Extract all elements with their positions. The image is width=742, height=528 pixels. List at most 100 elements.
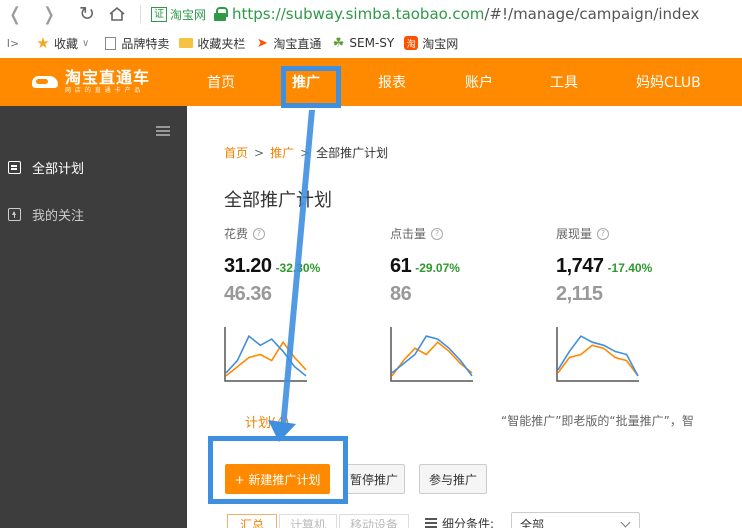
sparkline-series-current xyxy=(391,335,473,377)
help-icon[interactable]: ? xyxy=(253,227,266,240)
document-icon xyxy=(103,36,117,50)
sem-icon: ☘ xyxy=(332,35,345,51)
highlight-box-new-plan xyxy=(208,436,348,504)
nav-account[interactable]: 账户 xyxy=(465,58,493,106)
url-field[interactable]: https://subway.simba.taobao.com/#!/manag… xyxy=(232,5,699,23)
site-name: 淘宝网 xyxy=(170,7,207,22)
filter-list-icon xyxy=(425,518,437,528)
metric-label: 展现量 xyxy=(556,227,593,241)
sidebar-item-label: 我的关注 xyxy=(32,209,85,224)
url-host: subway.simba.taobao.com xyxy=(285,5,485,23)
breadcrumb-home[interactable]: 首页 xyxy=(224,146,248,160)
divider xyxy=(140,5,141,23)
metric-value: 61 xyxy=(390,255,412,277)
nav-tools[interactable]: 工具 xyxy=(550,58,578,106)
help-icon[interactable]: ? xyxy=(597,227,610,240)
sparkline-cost xyxy=(224,327,307,382)
join-button[interactable]: 参与推广 xyxy=(419,464,487,494)
metric-value: 31.20 xyxy=(224,255,272,277)
nav-home[interactable]: 首页 xyxy=(207,58,235,106)
logo-subtitle: 网 店 的 直 通 卡 产 品 xyxy=(65,87,142,94)
sidebar-item-label: 全部计划 xyxy=(32,162,85,177)
url-path: /#!/manage/campaign/index xyxy=(484,5,700,23)
highlight-box-promote xyxy=(281,66,341,108)
pause-button[interactable]: 暂停推广 xyxy=(343,464,405,494)
filter-select[interactable]: 全部 xyxy=(511,512,640,528)
metric-change: -32.30% xyxy=(275,261,321,275)
bookmark-sem[interactable]: ☘ SEM-SY xyxy=(331,35,395,51)
follow-icon xyxy=(8,208,21,221)
bookmark-label: 品牌特卖 xyxy=(121,36,170,51)
sidebar-toggle-icon[interactable]: I> xyxy=(2,37,24,50)
chevron-down-icon xyxy=(620,517,631,528)
bookmark-label: 收藏夹栏 xyxy=(197,36,246,51)
metric-change: -17.40% xyxy=(607,261,653,275)
taobao-zhitong-icon: ➤ xyxy=(256,35,268,51)
metric-previous: 2,115 xyxy=(556,283,603,305)
site-cert[interactable]: 证 淘宝网 xyxy=(151,6,206,23)
top-navbar: 淘宝直通车 网 店 的 直 通 卡 产 品 首页 推广 报表 账户 工具 妈妈C… xyxy=(0,58,742,106)
taobao-icon: 淘 xyxy=(404,36,419,50)
metric-label: 花费 xyxy=(224,227,249,241)
metric-clicks: 点击量? 61 -29.07% 86 xyxy=(390,225,460,305)
sidebar: 全部计划 我的关注 xyxy=(0,106,187,528)
logo[interactable]: 淘宝直通车 网 店 的 直 通 卡 产 品 xyxy=(30,69,150,95)
home-icon[interactable] xyxy=(104,0,130,28)
sidebar-item-my-follow[interactable]: 我的关注 xyxy=(8,205,84,224)
metric-impressions: 展现量? 1,747 -17.40% 2,115 xyxy=(556,225,652,305)
segment-computer[interactable]: 计算机 xyxy=(279,514,337,528)
tab-plans[interactable]: 计划(4) xyxy=(245,412,289,431)
lock-icon xyxy=(214,7,229,21)
metric-change: -29.07% xyxy=(415,261,460,275)
help-icon[interactable]: ? xyxy=(431,227,444,240)
cert-icon: 证 xyxy=(151,6,167,22)
metric-previous: 46.36 xyxy=(224,283,272,305)
sparkline-axis xyxy=(390,327,473,382)
segment-summary[interactable]: 汇总 xyxy=(227,514,277,528)
collapse-menu-icon[interactable] xyxy=(156,126,170,136)
reload-icon[interactable]: ↻ xyxy=(74,0,100,28)
breadcrumb-sep: > xyxy=(254,146,265,160)
breadcrumb-promote[interactable]: 推广 xyxy=(270,146,294,160)
address-bar: ❬ ❭ ↻ 证 淘宝网 https://subway.simba.taobao.… xyxy=(0,0,742,28)
metric-label: 点击量 xyxy=(390,227,427,241)
sidebar-item-all-plans[interactable]: 全部计划 xyxy=(8,158,84,177)
sparkline-impressions xyxy=(556,327,639,382)
bookmark-label: 淘宝直通 xyxy=(273,36,322,51)
nav-report[interactable]: 报表 xyxy=(378,58,406,106)
bookmark-label: SEM-SY xyxy=(349,36,395,50)
breadcrumb-current: 全部推广计划 xyxy=(316,146,389,160)
logo-title: 淘宝直通车 xyxy=(65,68,151,87)
sparkline-axis xyxy=(224,327,307,382)
nav-club[interactable]: 妈妈CLUB xyxy=(636,58,701,106)
folder-icon xyxy=(179,36,194,50)
bookmark-zhitong[interactable]: ➤ 淘宝直通 xyxy=(255,35,321,52)
segment-mobile[interactable]: 移动设备 xyxy=(339,514,409,528)
list-icon xyxy=(8,161,21,174)
bookmark-brand-sale[interactable]: 品牌特卖 xyxy=(103,35,169,52)
sparkline-series-current xyxy=(557,335,639,377)
screen: ❬ ❭ ↻ 证 淘宝网 https://subway.simba.taobao.… xyxy=(0,0,742,528)
filter-label: 细分条件: xyxy=(442,517,495,528)
sparkline-clicks xyxy=(390,327,473,382)
notice-text: “智能推广”即老版的“批量推广”，智 xyxy=(501,414,694,428)
bookmark-folder[interactable]: 收藏夹栏 xyxy=(179,35,245,52)
chevron-down-icon: ∨ xyxy=(82,37,90,49)
metric-cost: 花费? 31.20 -32.30% 46.36 xyxy=(224,225,320,305)
breadcrumb: 首页 > 推广 > 全部推广计划 xyxy=(224,144,388,161)
back-icon[interactable]: ❬ xyxy=(2,0,28,28)
car-logo-icon xyxy=(30,70,62,94)
bookmark-taobao[interactable]: 淘 淘宝网 xyxy=(404,35,458,52)
metric-previous: 86 xyxy=(390,283,412,305)
forward-icon[interactable]: ❭ xyxy=(36,0,62,28)
page-title: 全部推广计划 xyxy=(224,190,332,211)
breadcrumb-sep: > xyxy=(300,146,311,160)
url-protocol: https:// xyxy=(232,5,286,23)
bookmark-label: 收藏 xyxy=(54,36,79,51)
metric-value: 1,747 xyxy=(556,255,604,277)
bookmark-favorites[interactable]: ★ 收藏 ∨ xyxy=(36,34,90,52)
filter-value: 全部 xyxy=(520,517,545,528)
star-icon: ★ xyxy=(36,34,50,52)
bookmark-label: 淘宝网 xyxy=(422,36,459,51)
bookmarks-bar: I> ★ 收藏 ∨ 品牌特卖 收藏夹栏 ➤ 淘宝直通 ☘ SEM-SY 淘 淘宝… xyxy=(0,30,742,56)
